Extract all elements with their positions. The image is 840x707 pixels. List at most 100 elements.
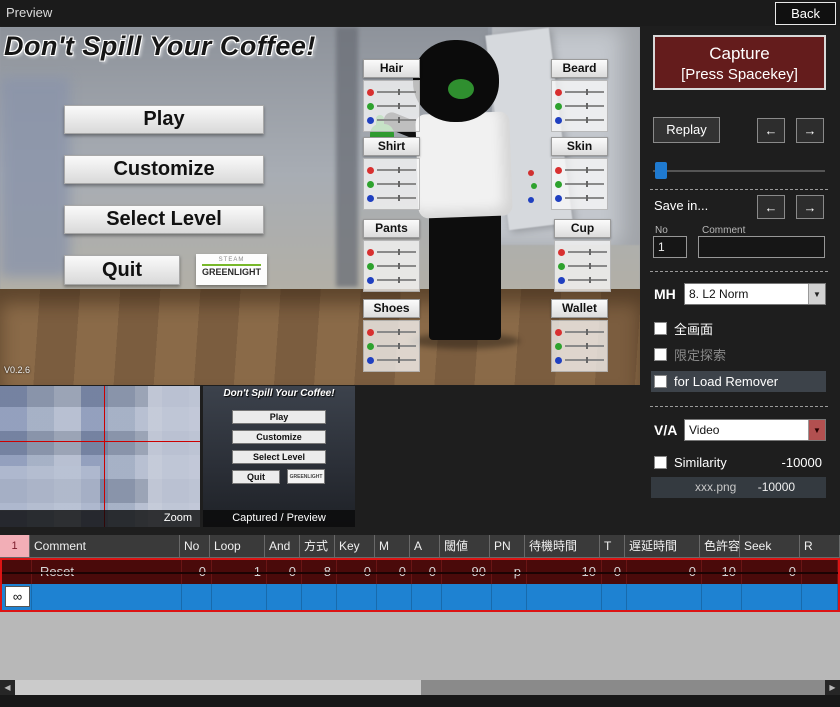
slider-track[interactable] (565, 357, 604, 363)
va-dropdown[interactable]: Video ▼ (684, 419, 826, 441)
column-header[interactable]: No (180, 535, 210, 558)
slider-track[interactable] (565, 329, 604, 335)
slider-track[interactable] (568, 277, 607, 283)
red-slider-thumb[interactable] (555, 88, 562, 96)
green-slider-thumb[interactable] (367, 102, 374, 110)
blue-slider-thumb[interactable] (367, 276, 374, 284)
column-header[interactable]: T (600, 535, 625, 558)
slider-track[interactable] (377, 195, 416, 201)
slider-track[interactable] (377, 89, 416, 95)
column-header[interactable]: R (800, 535, 840, 558)
chevron-down-icon[interactable]: ▼ (808, 284, 825, 304)
column-header[interactable]: Seek (740, 535, 800, 558)
slider-track[interactable] (377, 277, 416, 283)
table-row-selected[interactable]: ∞ (2, 584, 838, 610)
back-button[interactable]: Back (775, 2, 836, 25)
horizontal-scrollbar[interactable]: ◀ ▶ (0, 680, 840, 695)
frame-forward-button[interactable]: → (796, 118, 824, 143)
green-slider-thumb[interactable] (555, 102, 562, 110)
rgb-sliders[interactable] (363, 80, 420, 132)
column-header[interactable]: 閾値 (440, 535, 490, 558)
slider-track[interactable] (377, 181, 416, 187)
slider-track[interactable] (377, 329, 416, 335)
red-slider-thumb[interactable] (558, 248, 565, 256)
slider-track[interactable] (653, 170, 825, 172)
column-header[interactable]: M (375, 535, 410, 558)
frame-back-button[interactable]: ← (757, 118, 785, 143)
column-header[interactable]: 待機時間 (525, 535, 600, 558)
slider-track[interactable] (377, 103, 416, 109)
green-slider-thumb[interactable] (367, 262, 374, 270)
green-slider-thumb[interactable] (555, 180, 562, 188)
slider-track[interactable] (565, 117, 604, 123)
load-remover-checkbox[interactable] (654, 375, 667, 388)
blue-slider-thumb[interactable] (367, 116, 374, 124)
rgb-sliders[interactable] (551, 80, 608, 132)
rgb-sliders[interactable] (363, 158, 420, 210)
infinity-loop-marker[interactable]: ∞ (5, 586, 30, 607)
slider-track[interactable] (377, 167, 416, 173)
rgb-sliders[interactable] (554, 240, 611, 292)
zoom-view[interactable]: Zoom (0, 386, 200, 527)
slider-track[interactable] (565, 181, 604, 187)
customize-button[interactable]: Customize (64, 155, 264, 184)
chevron-down-icon[interactable]: ▼ (808, 420, 825, 440)
captured-preview[interactable]: Don't Spill Your Coffee! Play Customize … (203, 386, 355, 527)
slider-track[interactable] (565, 167, 604, 173)
fullscreen-checkbox[interactable] (654, 322, 667, 335)
mh-dropdown[interactable]: 8. L2 Norm ▼ (684, 283, 826, 305)
slider-track[interactable] (377, 263, 416, 269)
slider-track[interactable] (565, 103, 604, 109)
limited-search-checkbox[interactable] (654, 348, 667, 361)
row-number-header[interactable]: 1 (0, 535, 30, 558)
column-header[interactable]: PN (490, 535, 525, 558)
column-header[interactable]: 遅延時間 (625, 535, 700, 558)
rgb-sliders[interactable] (363, 240, 420, 292)
similarity-checkbox-row[interactable]: Similarity -10000 (654, 455, 826, 470)
slider-track[interactable] (377, 343, 416, 349)
green-slider-thumb[interactable] (367, 180, 374, 188)
rgb-sliders[interactable] (363, 320, 420, 372)
scrollbar-thumb[interactable] (15, 680, 421, 695)
slider-track[interactable] (565, 343, 604, 349)
slider-track[interactable] (568, 263, 607, 269)
slider-thumb[interactable] (655, 162, 667, 179)
red-slider-thumb[interactable] (367, 88, 374, 96)
blue-slider-thumb[interactable] (555, 116, 562, 124)
column-header[interactable]: 色許容 (700, 535, 740, 558)
slider-track[interactable] (377, 117, 416, 123)
capture-button[interactable]: Capture [Press Spacekey] (653, 35, 826, 90)
column-header[interactable]: And (265, 535, 300, 558)
game-preview[interactable]: Don't Spill Your Coffee! Play Customize … (0, 27, 640, 385)
comment-input[interactable] (698, 236, 825, 258)
slider-track[interactable] (565, 89, 604, 95)
red-slider-thumb[interactable] (367, 248, 374, 256)
limited-search-checkbox-row[interactable]: 限定探索 (654, 345, 726, 364)
column-header[interactable]: 方式 (300, 535, 335, 558)
rgb-sliders[interactable] (551, 158, 608, 210)
blue-slider-thumb[interactable] (367, 194, 374, 202)
no-input[interactable] (653, 236, 687, 258)
scroll-left-button[interactable]: ◀ (0, 680, 15, 695)
table-row-reset[interactable]: Reset 0 1 0 8 0 0 0 90 p 10 0 0 10 0 (2, 560, 838, 584)
slider-track[interactable] (377, 357, 416, 363)
fullscreen-checkbox-row[interactable]: 全画面 (654, 319, 713, 338)
replay-button[interactable]: Replay (653, 117, 720, 143)
green-slider-thumb[interactable] (367, 342, 374, 350)
play-button[interactable]: Play (64, 105, 264, 134)
blue-slider-thumb[interactable] (367, 356, 374, 364)
red-slider-thumb[interactable] (367, 166, 374, 174)
scrollbar-track[interactable] (421, 680, 825, 695)
column-header[interactable]: A (410, 535, 440, 558)
red-slider-thumb[interactable] (555, 166, 562, 174)
save-next-button[interactable]: → (796, 195, 824, 219)
slider-track[interactable] (377, 249, 416, 255)
blue-slider-thumb[interactable] (558, 276, 565, 284)
red-slider-thumb[interactable] (555, 328, 562, 336)
slider-track[interactable] (565, 195, 604, 201)
timeline-slider[interactable] (653, 161, 825, 181)
blue-slider-thumb[interactable] (555, 194, 562, 202)
similarity-checkbox[interactable] (654, 456, 667, 469)
blue-slider-thumb[interactable] (555, 356, 562, 364)
load-remover-checkbox-row[interactable]: for Load Remover (651, 371, 826, 392)
